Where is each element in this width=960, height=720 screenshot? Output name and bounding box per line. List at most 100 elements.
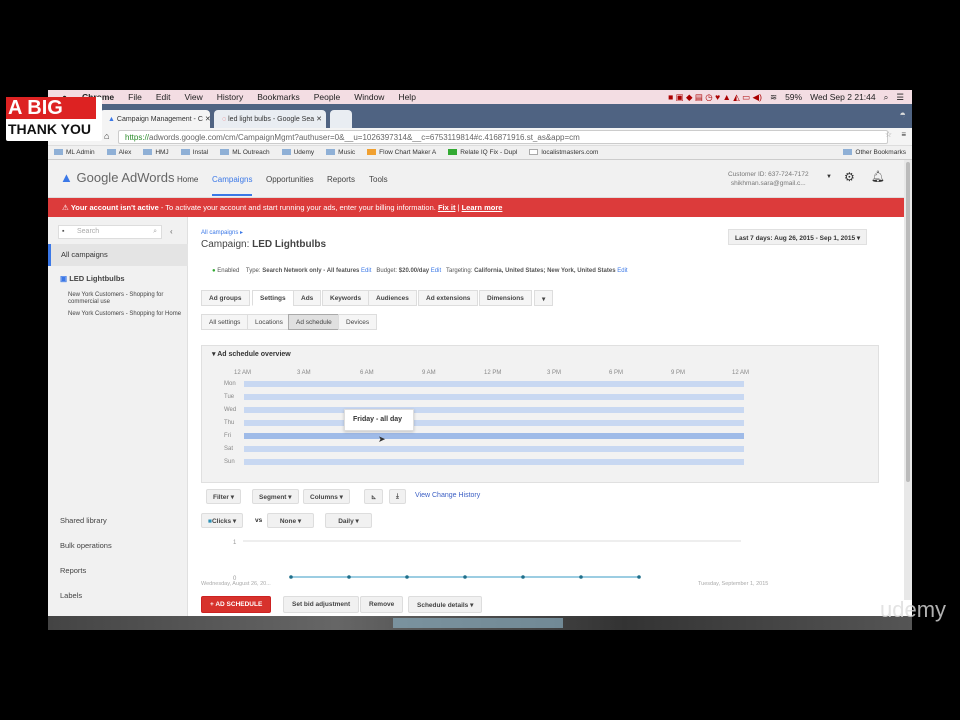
subtab-all-settings[interactable]: All settings: [201, 314, 249, 330]
home-icon[interactable]: ⌂: [104, 131, 109, 141]
nav-home[interactable]: Home: [177, 175, 198, 184]
scrollbar[interactable]: [904, 160, 912, 600]
schedule-bar-sun[interactable]: [244, 459, 744, 465]
account-switcher[interactable]: Customer ID: 637-724-7172 shikhman.sara@g…: [728, 170, 809, 188]
other-bookmarks[interactable]: Other Bookmarks: [843, 149, 906, 156]
tab-audiences[interactable]: Audiences: [368, 290, 417, 306]
overview-toggle[interactable]: ▾ Ad schedule overview: [212, 350, 291, 358]
chevron-down-icon[interactable]: ▼: [826, 174, 832, 180]
schedule-bar-tue[interactable]: [244, 394, 744, 400]
columns-button[interactable]: Columns ▾: [303, 489, 350, 504]
bookmark-item[interactable]: Udemy: [281, 149, 314, 156]
schedule-bar-sat[interactable]: [244, 446, 744, 452]
schedule-details-button[interactable]: Schedule details ▾: [408, 596, 483, 613]
sidebar-labels[interactable]: Labels: [60, 591, 82, 600]
bookmark-item[interactable]: Flow Chart Maker A: [367, 149, 436, 156]
spotlight-icon[interactable]: ⌕: [884, 92, 889, 103]
bell-icon[interactable]: 🔔︎: [871, 170, 885, 183]
remove-button[interactable]: Remove: [360, 596, 404, 613]
bookmark-item[interactable]: HMJ: [143, 149, 169, 156]
schedule-bar-thu[interactable]: [244, 420, 744, 426]
bookmark-item[interactable]: Instal: [180, 149, 208, 156]
nav-reports[interactable]: Reports: [327, 175, 355, 184]
chrome-menu-icon[interactable]: ≡: [901, 130, 906, 139]
tab-dimensions[interactable]: Dimensions: [479, 290, 532, 306]
sidebar-reports[interactable]: Reports: [60, 566, 86, 575]
sidebar-item-led-lightbulbs[interactable]: ▣ LED Lightbulbs: [60, 274, 125, 283]
bookmark-item[interactable]: ML Admin: [54, 149, 95, 156]
tab-campaign-management[interactable]: ▲ Campaign Management - C ✕: [100, 110, 211, 128]
tab-settings[interactable]: Settings: [252, 290, 294, 306]
clicks-data-point[interactable]: [405, 575, 409, 579]
chart-toggle-button[interactable]: ⊾: [364, 489, 384, 504]
url-input[interactable]: https://adwords.google.com/cm/CampaignMg…: [118, 130, 888, 144]
clock[interactable]: Wed Sep 2 21:44: [810, 92, 876, 102]
menu-window[interactable]: Window: [354, 92, 384, 102]
view-change-history-link[interactable]: View Change History: [415, 492, 480, 499]
wifi-icon[interactable]: ≋: [770, 92, 777, 103]
sidebar-adgroup[interactable]: New York Customers - Shopping for commer…: [68, 292, 186, 306]
clicks-data-point[interactable]: [289, 575, 293, 579]
adwords-logo[interactable]: ▲ Google AdWords: [60, 170, 175, 185]
collapse-sidebar-icon[interactable]: ‹: [170, 227, 173, 236]
subtab-devices[interactable]: Devices: [338, 314, 378, 330]
sidebar-search[interactable]: ▪ Search ⌕: [58, 225, 162, 239]
status-icons[interactable]: ■ ▣ ◆ ▤ ◷ ♥ ▲ ◭ ▭ ◀): [668, 92, 762, 103]
menu-history[interactable]: History: [217, 92, 243, 102]
schedule-bar-fri[interactable]: [244, 433, 744, 439]
dock[interactable]: [48, 616, 912, 630]
bookmark-item[interactable]: localistmasters.com: [529, 149, 598, 156]
clicks-data-point[interactable]: [637, 575, 641, 579]
learn-more-link[interactable]: Learn more: [462, 203, 503, 212]
sidebar-bulk-operations[interactable]: Bulk operations: [60, 541, 112, 550]
sidebar-adgroup[interactable]: New York Customers - Shopping for Home: [68, 311, 186, 318]
add-ad-schedule-button[interactable]: + AD SCHEDULE: [201, 596, 272, 613]
menu-view[interactable]: View: [184, 92, 202, 102]
sidebar-item-all-campaigns[interactable]: All campaigns: [48, 244, 188, 266]
gear-icon[interactable]: ⚙: [844, 170, 855, 184]
date-range-picker[interactable]: Last 7 days: Aug 26, 2015 - Sep 1, 2015 …: [728, 229, 868, 245]
edit-targeting-link[interactable]: Edit: [617, 268, 627, 274]
new-tab-button[interactable]: [330, 110, 352, 128]
nav-campaigns[interactable]: Campaigns: [212, 175, 253, 196]
tab-more[interactable]: ▾: [534, 290, 554, 306]
menu-file[interactable]: File: [128, 92, 142, 102]
nav-tools[interactable]: Tools: [369, 175, 388, 184]
clicks-data-point[interactable]: [347, 575, 351, 579]
tab-ad-groups[interactable]: Ad groups: [201, 290, 250, 306]
star-icon[interactable]: ☆: [885, 130, 892, 139]
segment-button[interactable]: Segment ▾: [252, 489, 299, 504]
tab-ad-extensions[interactable]: Ad extensions: [418, 290, 479, 306]
set-bid-adjustment-button[interactable]: Set bid adjustment: [283, 596, 360, 613]
sidebar-shared-library[interactable]: Shared library: [60, 516, 107, 525]
schedule-bar-wed[interactable]: [244, 407, 744, 413]
nav-opportunities[interactable]: Opportunities: [266, 175, 314, 184]
bookmark-item[interactable]: Alex: [106, 149, 131, 156]
compare-metric-select[interactable]: None ▾: [267, 513, 314, 528]
edit-budget-link[interactable]: Edit: [431, 268, 441, 274]
tab-google-search[interactable]: ◌ led light bulbs - Google Sea ✕: [214, 110, 326, 128]
schedule-bar-mon[interactable]: [244, 381, 744, 387]
download-button[interactable]: ⤓: [389, 489, 406, 504]
subtab-locations[interactable]: Locations: [247, 314, 291, 330]
bookmark-item[interactable]: ML Outreach: [220, 149, 270, 156]
clicks-data-point[interactable]: [579, 575, 583, 579]
filter-button[interactable]: Filter ▾: [206, 489, 241, 504]
metric-select[interactable]: ■Clicks ▾: [201, 513, 244, 528]
menu-help[interactable]: Help: [398, 92, 415, 102]
menu-edit[interactable]: Edit: [156, 92, 171, 102]
breadcrumb[interactable]: All campaigns ▸: [201, 229, 243, 236]
notification-center-icon[interactable]: ☰: [896, 92, 904, 103]
subtab-ad-schedule[interactable]: Ad schedule: [288, 314, 340, 330]
menu-bookmarks[interactable]: Bookmarks: [257, 92, 300, 102]
menu-people[interactable]: People: [314, 92, 340, 102]
tab-ads[interactable]: Ads: [293, 290, 322, 306]
bookmark-item[interactable]: Relate IQ Fix - Dupl: [448, 149, 517, 156]
interval-select[interactable]: Daily ▾: [325, 513, 372, 528]
bookmark-item[interactable]: Music: [326, 149, 355, 156]
clicks-data-point[interactable]: [521, 575, 525, 579]
tab-keywords[interactable]: Keywords: [322, 290, 370, 306]
clicks-data-point[interactable]: [463, 575, 467, 579]
fix-it-link[interactable]: Fix it: [438, 203, 456, 212]
battery-level[interactable]: 59%: [785, 92, 802, 102]
